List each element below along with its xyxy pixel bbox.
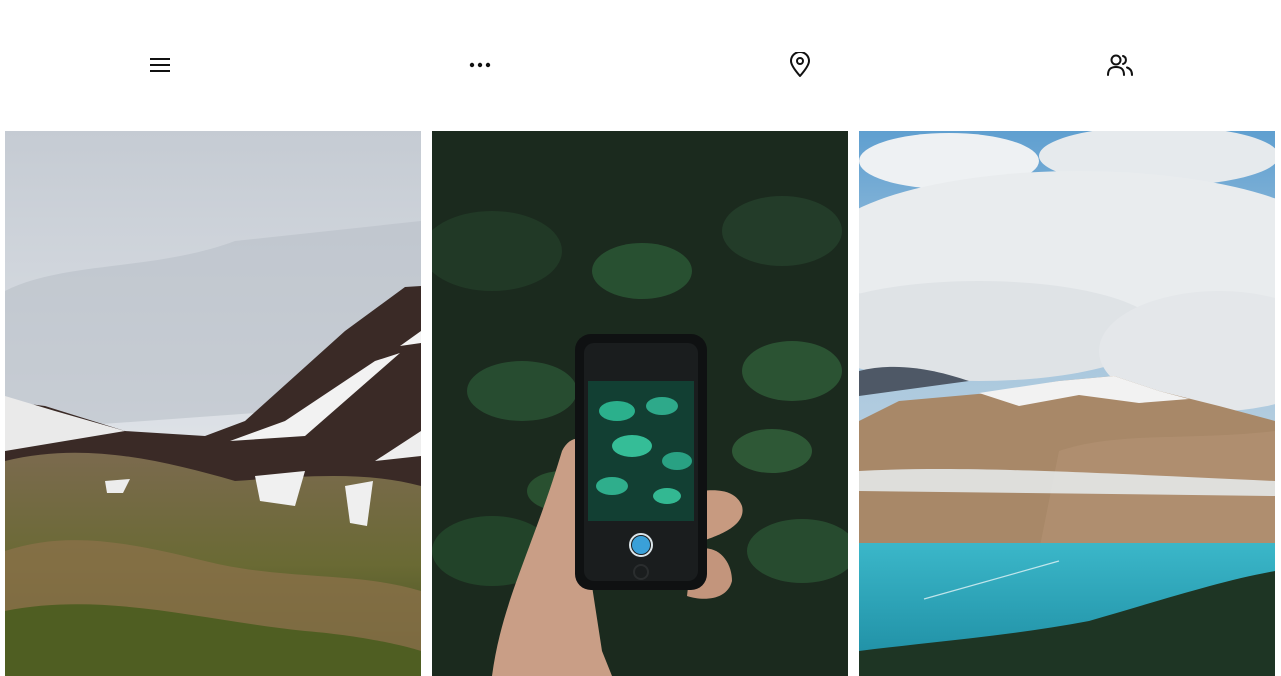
top-nav <box>0 0 1281 131</box>
menu-button[interactable] <box>145 50 175 80</box>
users-icon <box>1107 53 1133 77</box>
menu-icon <box>149 56 171 74</box>
photo-gallery <box>0 131 1281 676</box>
photo-hand-phone-leaves[interactable] <box>432 131 848 676</box>
location-button[interactable] <box>785 50 815 80</box>
map-pin-icon <box>789 52 811 78</box>
photo-mountain-snow[interactable] <box>5 131 421 676</box>
people-button[interactable] <box>1105 50 1135 80</box>
more-horizontal-icon <box>469 61 491 69</box>
photo-lake-mountain[interactable] <box>859 131 1275 676</box>
more-options-button[interactable] <box>465 50 495 80</box>
